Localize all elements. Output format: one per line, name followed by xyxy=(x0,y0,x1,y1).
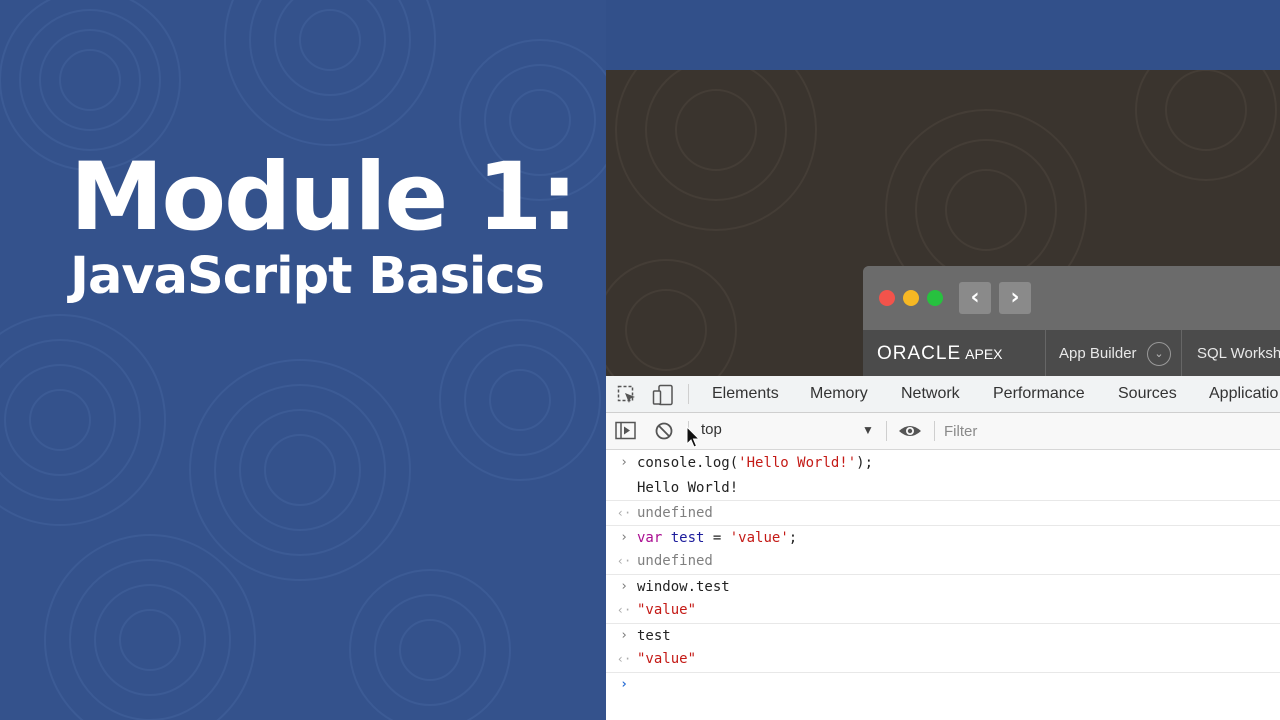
toolbar-divider xyxy=(934,421,935,441)
filter-input[interactable] xyxy=(944,419,1274,443)
console-toolbar: top ▼ xyxy=(606,413,1280,450)
tab-application[interactable]: Applicatio xyxy=(1209,385,1278,403)
logo-brand: ORACLE xyxy=(877,343,962,364)
eye-icon[interactable] xyxy=(898,421,922,441)
result-value: "value" xyxy=(637,602,697,618)
console-prompt[interactable]: › xyxy=(606,672,1280,697)
code-keyword: var xyxy=(637,530,663,546)
logo-product: APEX xyxy=(965,346,1003,362)
minimize-window-button[interactable] xyxy=(903,290,919,306)
top-background-strip xyxy=(606,0,1280,70)
slide-subtitle: JavaScript Basics xyxy=(70,247,545,306)
console-row-result: ‹· undefined xyxy=(606,549,1280,573)
tab-memory[interactable]: Memory xyxy=(810,385,868,403)
console-row-input: › test xyxy=(606,623,1280,648)
code-text: console.log( xyxy=(637,455,739,471)
input-chevron-icon: › xyxy=(620,530,628,545)
slide-title-panel: Module 1: JavaScript Basics xyxy=(0,0,606,720)
code-text: window.test xyxy=(637,579,730,595)
sidebar-toggle-icon[interactable] xyxy=(615,421,637,441)
console-output: › console.log('Hello World!'); Hello Wor… xyxy=(606,450,1280,720)
forward-button[interactable]: › xyxy=(999,282,1031,314)
device-toolbar-icon[interactable] xyxy=(652,384,674,406)
result-arrow-icon: ‹· xyxy=(616,554,632,568)
tab-sources[interactable]: Sources xyxy=(1118,385,1177,403)
devtools-tabbar: Elements Memory Network Performance Sour… xyxy=(606,376,1280,413)
code-string: 'Hello World!' xyxy=(738,455,857,471)
toolbar-divider xyxy=(886,421,887,441)
result-value: undefined xyxy=(637,505,713,521)
result-value: "value" xyxy=(637,651,697,667)
mouse-cursor-icon xyxy=(686,426,701,448)
nav-sql-workshop[interactable]: SQL Workshe xyxy=(1197,345,1280,362)
devtools-panel: Elements Memory Network Performance Sour… xyxy=(606,376,1280,720)
result-arrow-icon: ‹· xyxy=(616,506,632,520)
code-text: test xyxy=(637,628,671,644)
oracle-apex-logo[interactable]: ORACLE APEX xyxy=(877,343,1003,365)
input-chevron-icon: › xyxy=(620,628,628,643)
apex-navbar: ORACLEAPEX App Builder ⌄ SQL Workshe xyxy=(863,330,1280,376)
toolbar-divider xyxy=(688,384,689,404)
console-row-result: ‹· "value" xyxy=(606,647,1280,671)
console-row-input: › var test = 'value'; xyxy=(606,525,1280,550)
console-row-log: Hello World! xyxy=(606,476,1280,500)
chevron-down-icon[interactable]: ⌄ xyxy=(1147,342,1171,366)
browser-window: ‹ › ORACLEAPEX App Builder ⌄ SQL Workshe xyxy=(863,266,1280,376)
tab-performance[interactable]: Performance xyxy=(993,385,1085,403)
nav-app-builder[interactable]: App Builder xyxy=(1059,345,1137,362)
result-value: undefined xyxy=(637,553,713,569)
tab-network[interactable]: Network xyxy=(901,385,960,403)
code-text: ; xyxy=(788,530,798,546)
maximize-window-button[interactable] xyxy=(927,290,943,306)
result-arrow-icon: ‹· xyxy=(616,603,632,617)
code-identifier: test xyxy=(670,530,705,546)
input-chevron-icon: › xyxy=(620,455,628,470)
context-select[interactable]: top xyxy=(701,421,722,438)
console-row-input: › console.log('Hello World!'); xyxy=(606,451,1280,475)
prompt-chevron-icon: › xyxy=(620,677,628,692)
browser-titlebar: ‹ › xyxy=(863,266,1280,330)
code-text: = xyxy=(704,530,730,546)
input-chevron-icon: › xyxy=(620,579,628,594)
close-window-button[interactable] xyxy=(879,290,895,306)
fingerprint-texture xyxy=(0,0,606,720)
back-button[interactable]: ‹ xyxy=(959,282,991,314)
navbar-divider xyxy=(1181,330,1182,376)
code-text: ); xyxy=(856,455,874,471)
log-output: Hello World! xyxy=(637,480,739,496)
clear-console-icon[interactable] xyxy=(654,421,674,441)
tab-elements[interactable]: Elements xyxy=(712,385,779,403)
slide-title: Module 1: xyxy=(70,143,578,252)
result-arrow-icon: ‹· xyxy=(616,652,632,666)
code-string: 'value' xyxy=(729,530,789,546)
navbar-divider xyxy=(1045,330,1046,376)
inspect-element-icon[interactable] xyxy=(617,385,637,405)
console-row-result: ‹· "value" xyxy=(606,598,1280,622)
dropdown-arrow-icon[interactable]: ▼ xyxy=(862,423,874,437)
console-row-input: › window.test xyxy=(606,574,1280,599)
console-row-result: ‹· undefined xyxy=(606,500,1280,525)
